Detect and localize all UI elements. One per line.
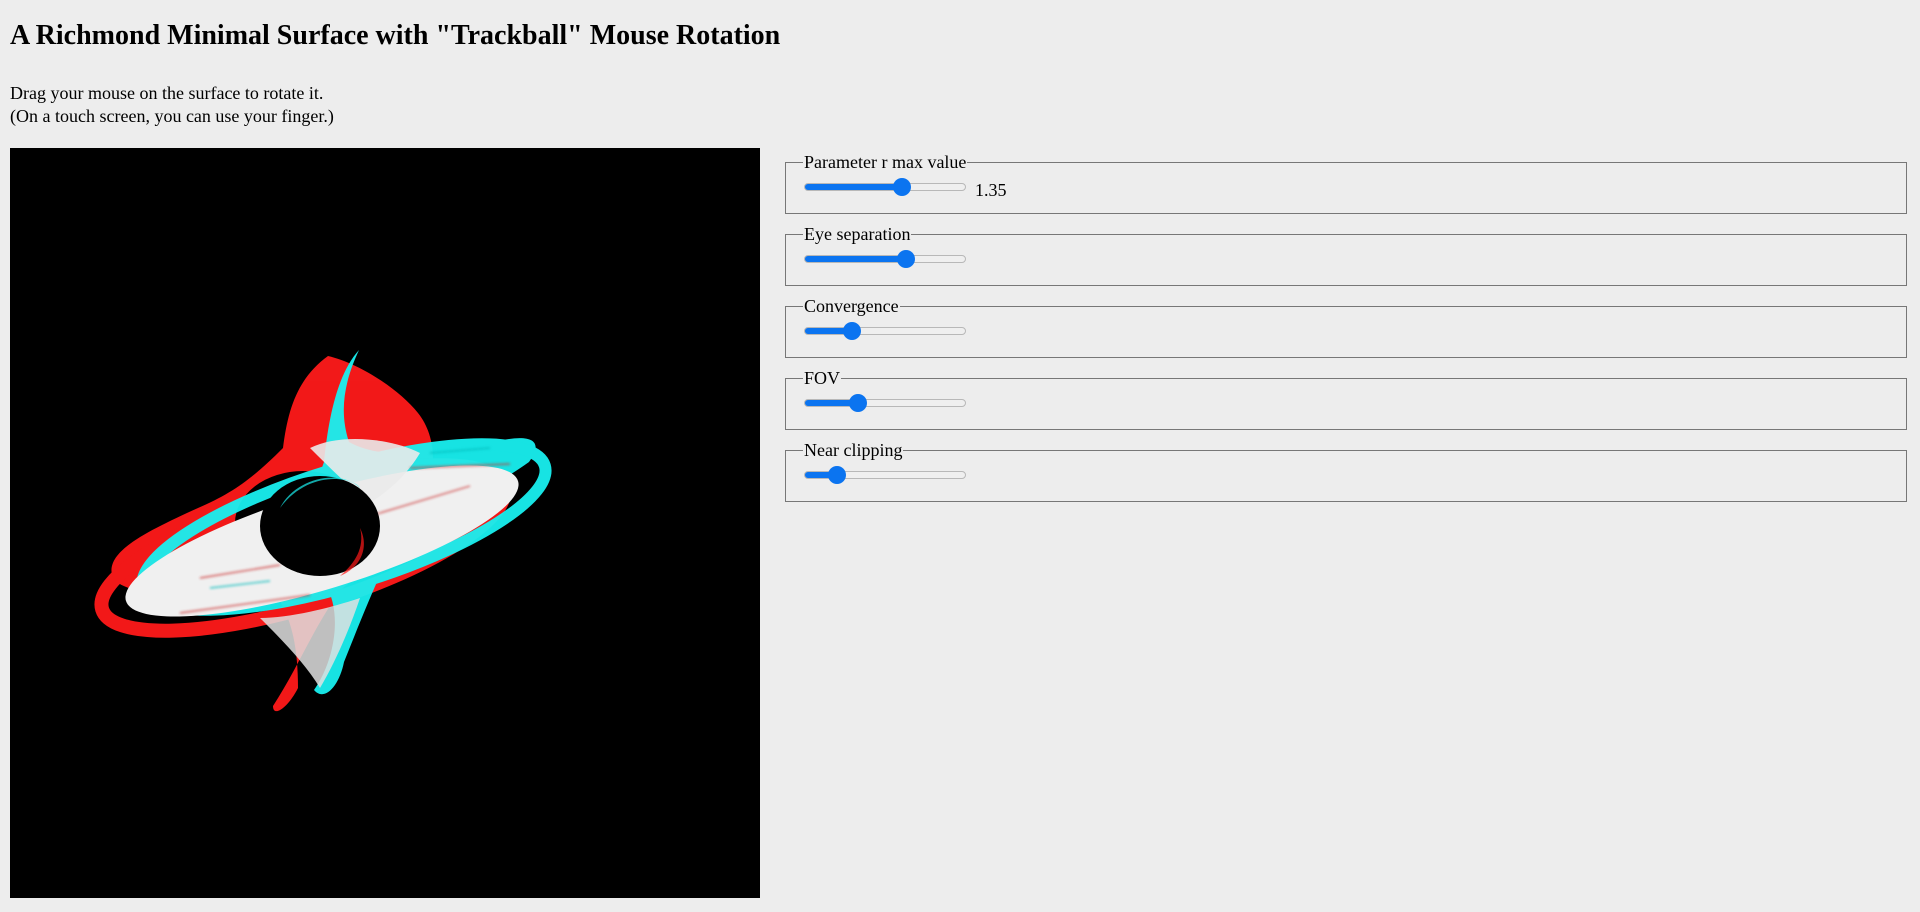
surface-canvas[interactable] xyxy=(10,148,760,898)
legend-near-clipping: Near clipping xyxy=(804,440,903,460)
instruction-mouse: Drag your mouse on the surface to rotate… xyxy=(10,83,324,103)
instruction-touch: (On a touch screen, you can use your fin… xyxy=(10,106,334,126)
richmond-surface-render[interactable] xyxy=(10,148,760,898)
near-clipping-slider[interactable] xyxy=(804,467,966,483)
r-max-value: 1.35 xyxy=(975,179,1007,200)
legend-convergence: Convergence xyxy=(804,296,899,316)
fieldset-eye-separation: Eye separation xyxy=(785,224,1907,286)
fieldset-r-max: Parameter r max value 1.35 xyxy=(785,152,1907,214)
convergence-slider[interactable] xyxy=(804,323,966,339)
legend-r-max: Parameter r max value xyxy=(804,152,967,172)
fieldset-near-clipping: Near clipping xyxy=(785,440,1907,502)
eye-separation-slider[interactable] xyxy=(804,251,966,267)
legend-fov: FOV xyxy=(804,368,841,388)
fov-slider[interactable] xyxy=(804,395,966,411)
controls-panel: Parameter r max value 1.35 Eye separatio… xyxy=(785,152,1907,512)
fieldset-fov: FOV xyxy=(785,368,1907,430)
page-title: A Richmond Minimal Surface with "Trackba… xyxy=(10,20,781,51)
fieldset-convergence: Convergence xyxy=(785,296,1907,358)
instructions: Drag your mouse on the surface to rotate… xyxy=(10,82,334,128)
legend-eye-separation: Eye separation xyxy=(804,224,911,244)
r-max-slider[interactable] xyxy=(804,179,966,195)
